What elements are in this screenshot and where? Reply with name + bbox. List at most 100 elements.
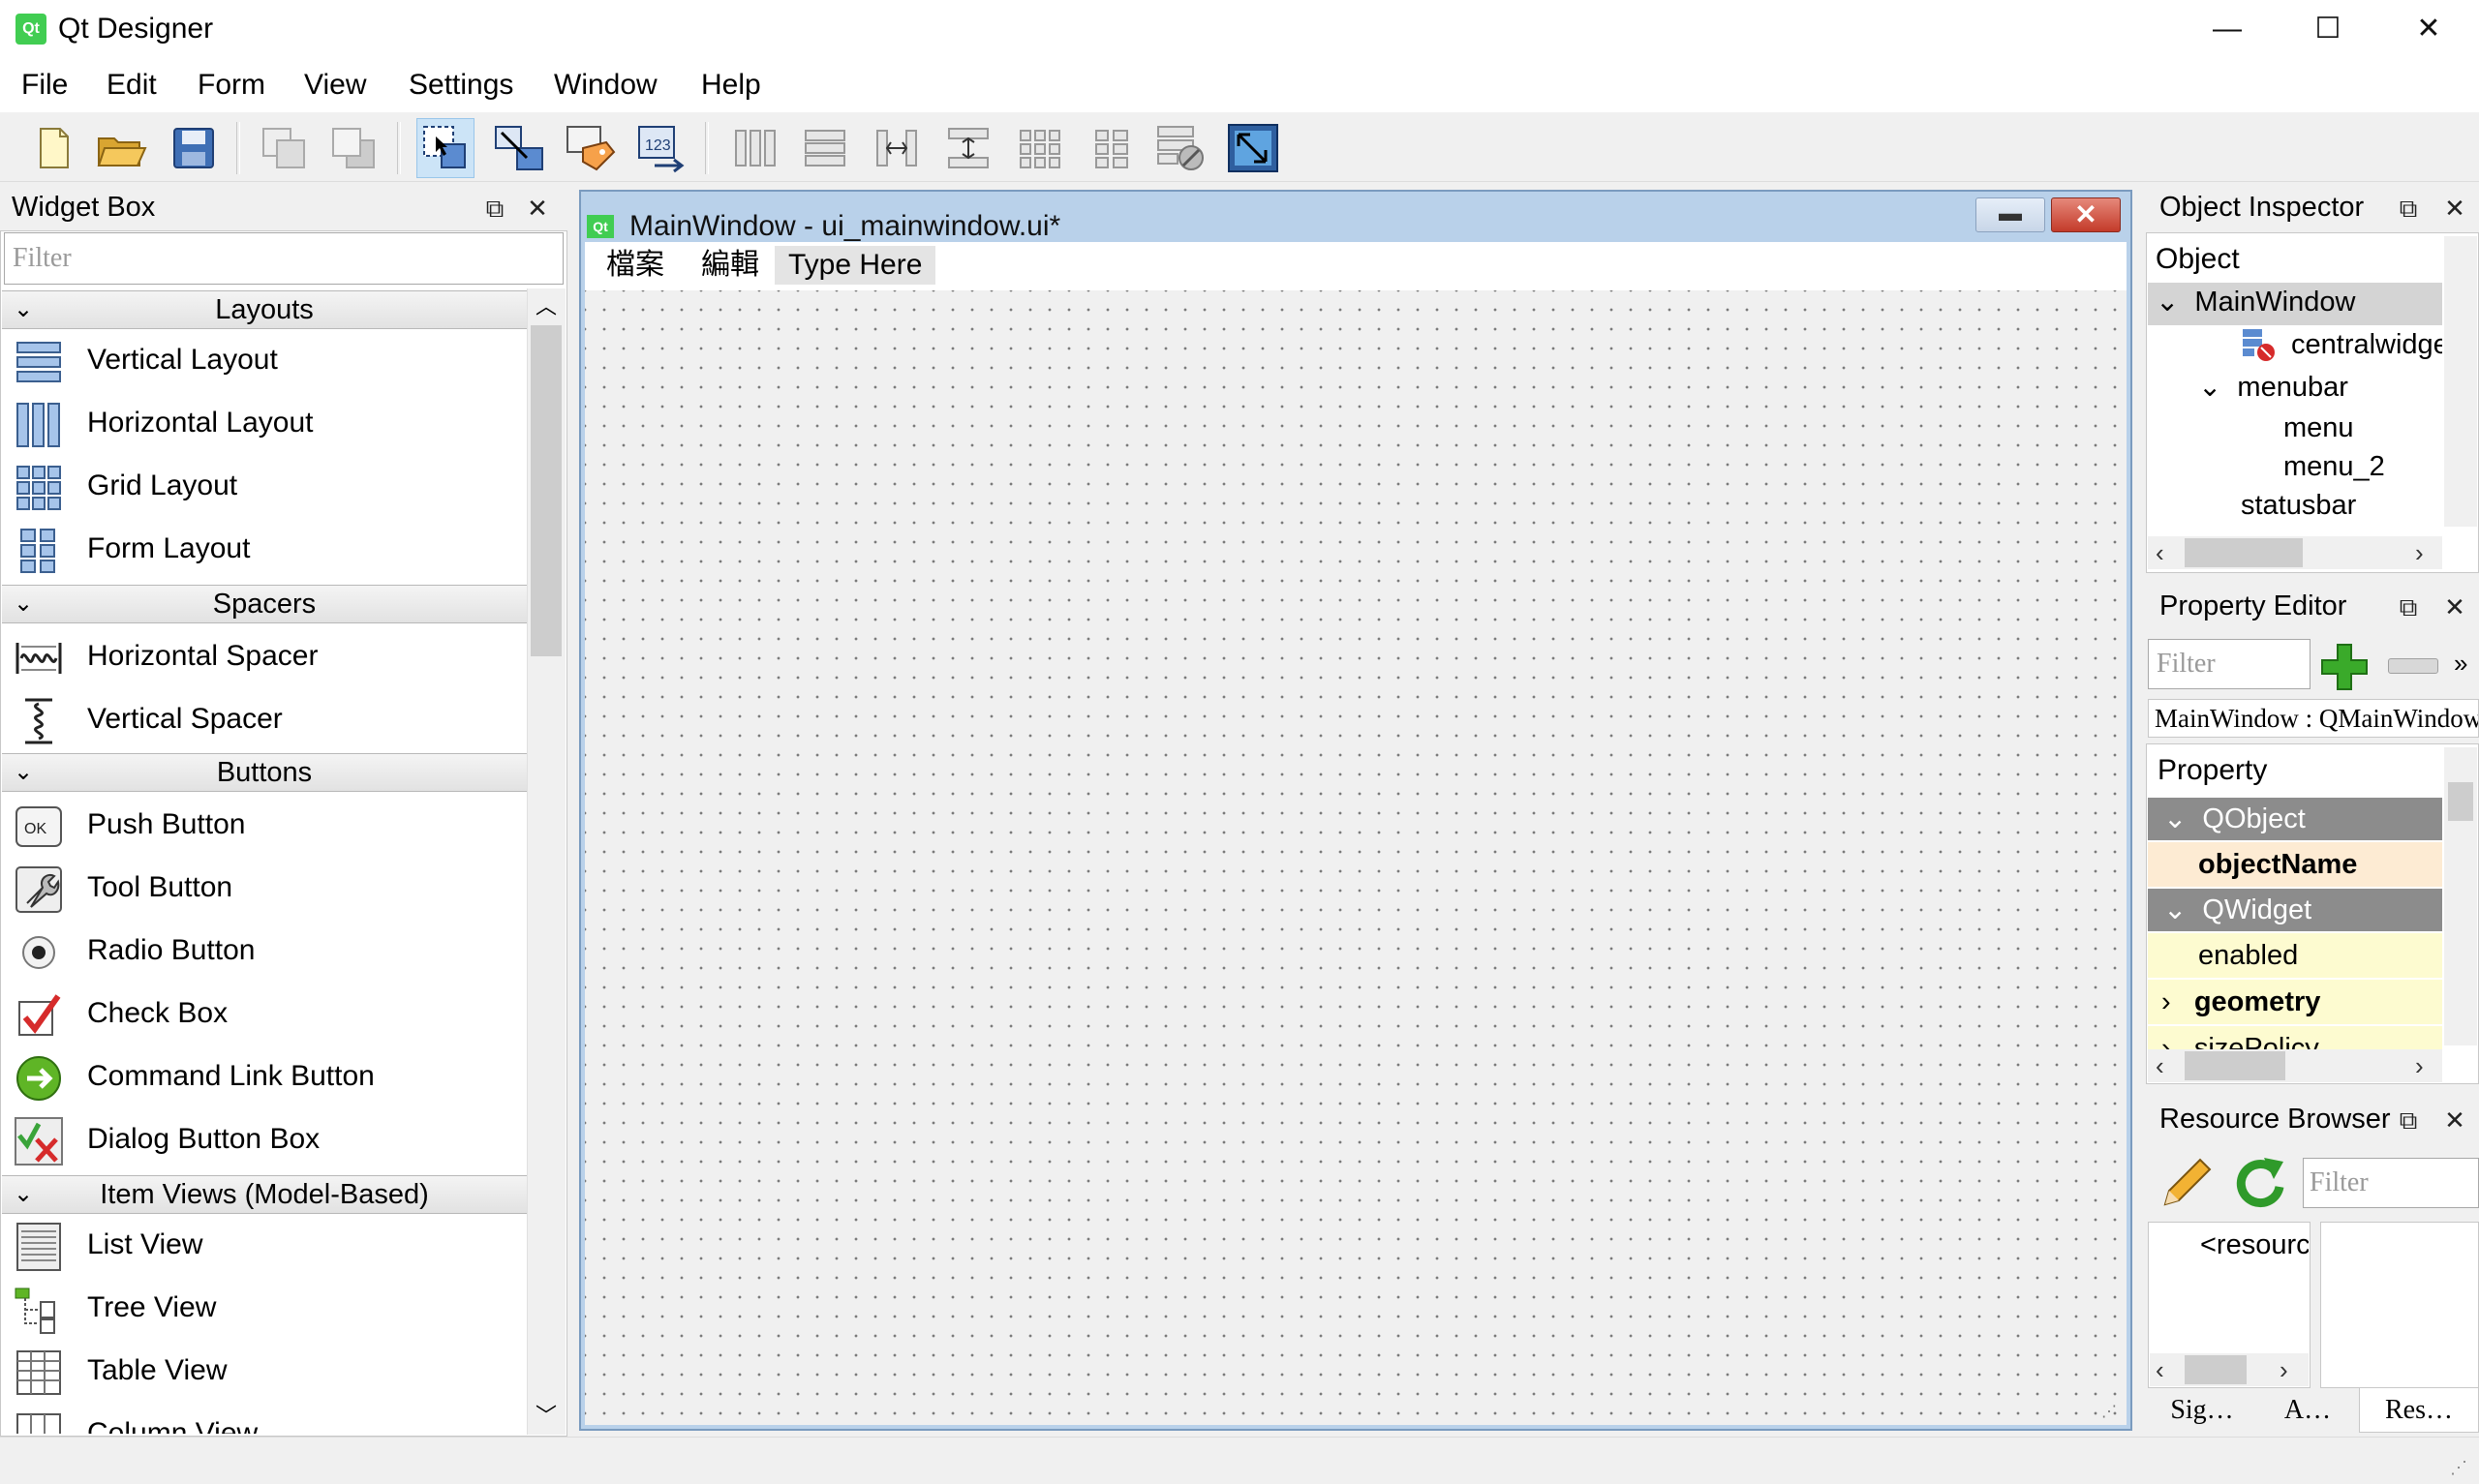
tab-action-editor[interactable]: A… <box>2256 1388 2359 1433</box>
form-menu-edit[interactable]: 編輯 <box>688 246 773 285</box>
widget-box-scroll-thumb[interactable] <box>531 325 562 656</box>
layout-horizontal-icon[interactable] <box>726 118 784 178</box>
widget-horizontal-layout[interactable]: Horizontal Layout <box>8 392 527 455</box>
close-dock-icon[interactable]: ✕ <box>2440 194 2469 223</box>
scroll-right-icon[interactable]: › <box>2415 1049 2424 1082</box>
widget-radio-button[interactable]: Radio Button <box>8 920 527 983</box>
new-file-icon[interactable] <box>23 118 81 178</box>
property-row-enabled[interactable]: enabled <box>2148 933 2442 978</box>
tree-item-menubar[interactable]: ⌄ menubar <box>2198 368 2348 407</box>
widget-grid-layout[interactable]: Grid Layout <box>8 455 527 518</box>
float-dock-icon[interactable]: ⧉ <box>2394 194 2423 223</box>
hscroll-thumb[interactable] <box>2185 1355 2247 1384</box>
scroll-down-icon[interactable]: ﹀ <box>531 1402 562 1431</box>
widget-horizontal-spacer[interactable]: Horizontal Spacer <box>8 625 527 688</box>
save-icon[interactable] <box>165 118 223 178</box>
tree-item-menu-2[interactable]: menu_2 <box>2283 447 2385 486</box>
property-group-qobject[interactable]: ⌄ QObject <box>2148 798 2442 840</box>
property-filter-input[interactable]: Filter <box>2148 639 2311 689</box>
edit-resources-icon[interactable] <box>2156 1152 2218 1214</box>
widget-dialog-button-box[interactable]: Dialog Button Box <box>8 1108 527 1171</box>
scroll-right-icon[interactable]: › <box>2280 1353 2288 1386</box>
property-row-geometry[interactable]: › geometry <box>2148 980 2442 1024</box>
category-layouts[interactable]: ⌄ Layouts <box>2 290 527 329</box>
form-menu-file[interactable]: 檔案 <box>593 246 678 285</box>
widget-command-link-button[interactable]: Command Link Button <box>8 1045 527 1108</box>
property-column-header[interactable]: Property <box>2158 749 2267 792</box>
minimize-button[interactable]: — <box>2177 0 2278 58</box>
more-options-icon[interactable]: » <box>2454 649 2467 679</box>
layout-vertical-icon[interactable] <box>796 118 854 178</box>
property-row-sizepolicy[interactable]: › sizePolicy <box>2148 1026 2442 1049</box>
widget-table-view[interactable]: Table View <box>8 1340 527 1403</box>
tree-item-menu[interactable]: menu <box>2283 409 2354 447</box>
close-button[interactable]: ✕ <box>2378 0 2479 58</box>
edit-signals-slots-icon[interactable] <box>490 118 548 178</box>
widget-tool-button[interactable]: Tool Button <box>8 857 527 920</box>
close-dock-icon[interactable]: ✕ <box>523 194 552 223</box>
menu-form[interactable]: Form <box>194 66 269 105</box>
widget-push-button[interactable]: OK Push Button <box>8 794 527 857</box>
property-group-qwidget[interactable]: ⌄ QWidget <box>2148 889 2442 931</box>
object-column-header[interactable]: Object <box>2156 238 2240 281</box>
edit-tab-order-icon[interactable]: 123 <box>633 118 691 178</box>
layout-vertical-splitter-icon[interactable] <box>939 118 997 178</box>
form-canvas[interactable] <box>585 290 2127 1425</box>
layout-form-icon[interactable] <box>1083 118 1141 178</box>
float-dock-icon[interactable]: ⧉ <box>480 194 509 223</box>
scroll-left-icon[interactable]: ‹ <box>2156 536 2164 569</box>
category-spacers[interactable]: ⌄ Spacers <box>2 585 527 623</box>
category-buttons[interactable]: ⌄ Buttons <box>2 753 527 792</box>
remove-property-icon[interactable] <box>2388 658 2438 674</box>
widget-box-filter-input[interactable]: Filter <box>4 232 564 285</box>
add-property-icon[interactable] <box>2318 641 2372 695</box>
menu-edit[interactable]: Edit <box>103 66 161 105</box>
layout-horizontal-splitter-icon[interactable] <box>868 118 926 178</box>
menu-file[interactable]: File <box>17 66 72 105</box>
menu-window[interactable]: Window <box>550 66 661 105</box>
tree-item-centralwidget[interactable]: centralwidget <box>2291 325 2442 364</box>
scroll-up-icon[interactable]: ︿ <box>531 292 562 321</box>
window-size-grip-icon[interactable]: ⋰ <box>2450 1458 2467 1478</box>
tree-item-mainwindow[interactable]: ⌄ MainWindow <box>2156 283 2355 321</box>
edit-buddies-icon[interactable] <box>562 118 620 178</box>
break-layout-icon[interactable] <box>1152 118 1210 178</box>
form-close-button[interactable]: ✕ <box>2051 197 2121 232</box>
hscroll-thumb[interactable] <box>2185 538 2303 567</box>
open-folder-icon[interactable] <box>93 118 151 178</box>
bring-to-front-icon[interactable] <box>325 118 383 178</box>
maximize-button[interactable]: ☐ <box>2278 0 2378 58</box>
size-grip-icon[interactable]: ⋰ <box>2101 1402 2121 1421</box>
widget-column-view[interactable]: Column View <box>8 1403 527 1434</box>
layout-grid-icon[interactable] <box>1011 118 1069 178</box>
tree-item-statusbar[interactable]: statusbar <box>2241 486 2356 525</box>
float-dock-icon[interactable]: ⧉ <box>2394 592 2423 621</box>
reload-icon[interactable] <box>2229 1152 2291 1214</box>
close-dock-icon[interactable]: ✕ <box>2440 592 2469 621</box>
scroll-left-icon[interactable]: ‹ <box>2156 1353 2164 1386</box>
tab-signal-slot-editor[interactable]: Sig… <box>2148 1388 2256 1433</box>
send-to-back-icon[interactable] <box>256 118 314 178</box>
menu-view[interactable]: View <box>300 66 370 105</box>
scroll-left-icon[interactable]: ‹ <box>2156 1049 2164 1082</box>
float-dock-icon[interactable]: ⧉ <box>2394 1105 2423 1135</box>
widget-vertical-layout[interactable]: Vertical Layout <box>8 329 527 392</box>
property-row-objectname[interactable]: objectName <box>2148 842 2442 887</box>
form-minimize-button[interactable]: ▬ <box>1975 197 2045 232</box>
object-inspector-vscroll[interactable] <box>2444 236 2477 527</box>
adjust-size-icon[interactable] <box>1224 118 1282 178</box>
close-dock-icon[interactable]: ✕ <box>2440 1105 2469 1135</box>
widget-form-layout[interactable]: Form Layout <box>8 518 527 581</box>
widget-list-view[interactable]: List View <box>8 1214 527 1277</box>
property-vscroll-thumb[interactable] <box>2448 782 2473 821</box>
category-item-views[interactable]: ⌄ Item Views (Model-Based) <box>2 1175 527 1214</box>
widget-check-box[interactable]: Check Box <box>8 983 527 1045</box>
tab-resource-browser[interactable]: Res… <box>2359 1388 2479 1433</box>
hscroll-thumb[interactable] <box>2185 1051 2285 1080</box>
widget-vertical-spacer[interactable]: Vertical Spacer <box>8 688 527 751</box>
widget-tree-view[interactable]: Tree View <box>8 1277 527 1340</box>
menu-help[interactable]: Help <box>697 66 765 105</box>
edit-widgets-icon[interactable] <box>416 118 474 178</box>
resource-root-item[interactable]: <resource root> <box>2200 1226 2309 1264</box>
form-menu-type-here[interactable]: Type Here <box>775 246 936 285</box>
